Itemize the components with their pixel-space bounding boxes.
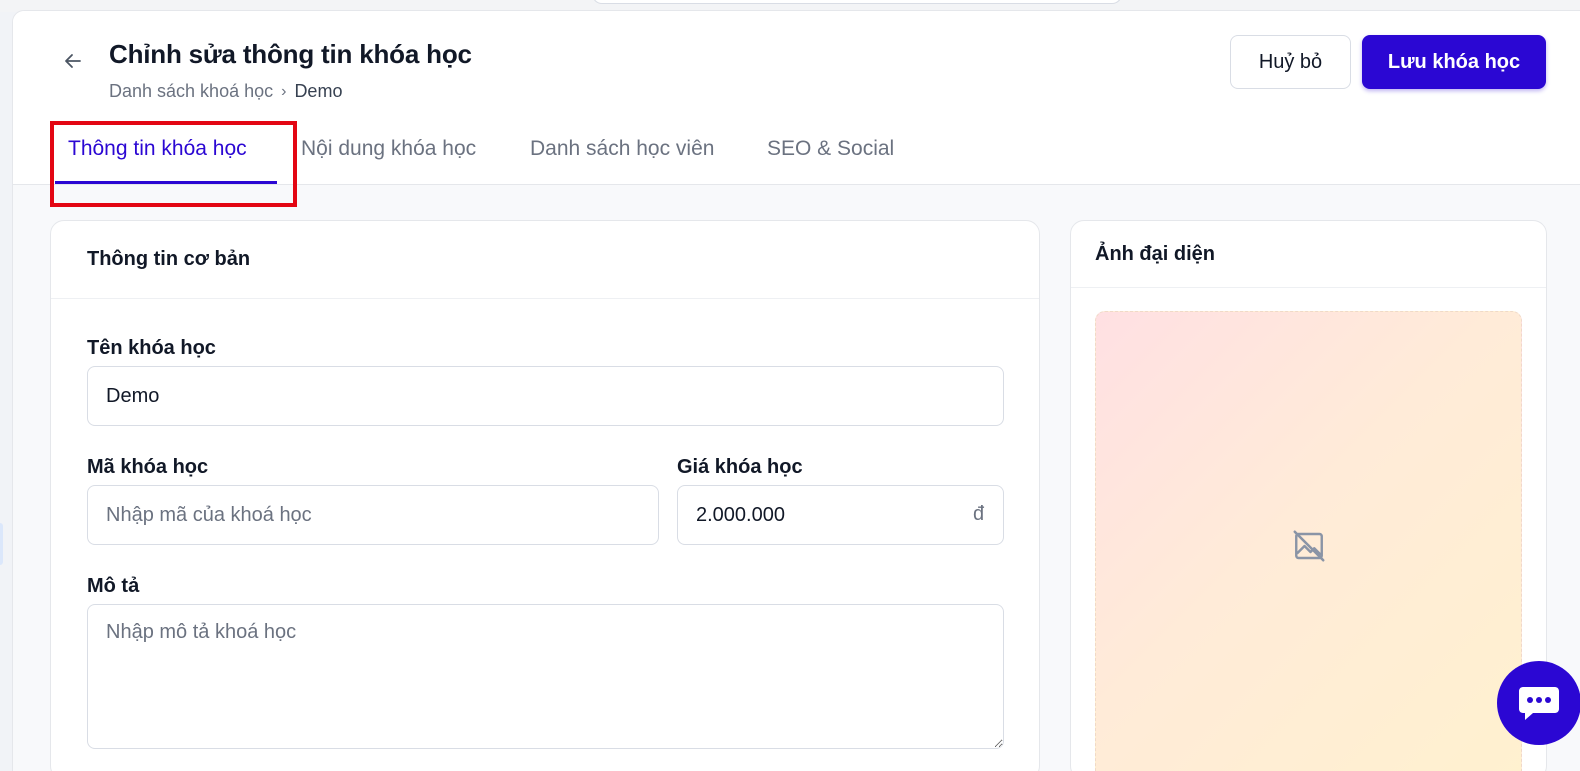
chat-support-button[interactable] [1497,661,1580,745]
tab-course-content[interactable]: Nội dung khóa học [301,137,476,161]
description-label: Mô tả [87,575,140,597]
chat-bubble-icon [1519,687,1559,720]
course-code-input[interactable] [87,485,659,545]
course-name-input[interactable] [87,366,1004,426]
image-upload-area[interactable] [1095,311,1522,771]
tab-seo-social[interactable]: SEO & Social [767,137,894,161]
tab-student-list[interactable]: Danh sách học viên [530,137,714,161]
course-edit-page: Chỉnh sửa thông tin khóa học Danh sách k… [12,10,1580,771]
active-tab-indicator [55,181,277,184]
currency-suffix: đ [973,503,985,525]
back-button[interactable] [59,47,87,75]
image-off-icon [1292,530,1325,562]
avatar-image-title: Ảnh đại diện [1071,221,1546,288]
top-search-bar-edge[interactable] [592,0,1122,4]
basic-info-title: Thông tin cơ bản [51,221,1039,299]
avatar-image-card: Ảnh đại diện [1070,220,1547,771]
page-header: Chỉnh sửa thông tin khóa học Danh sách k… [13,11,1580,185]
tab-course-info[interactable]: Thông tin khóa học [68,137,247,161]
course-price-input[interactable] [677,485,1004,545]
page-title: Chỉnh sửa thông tin khóa học [109,39,472,69]
breadcrumb-current: Demo [294,81,343,101]
course-name-label: Tên khóa học [87,337,216,359]
breadcrumb: Danh sách khoá học › Demo [109,81,342,102]
tab-bar: Thông tin khóa học Nội dung khóa học Dan… [13,121,1013,185]
cancel-button[interactable]: Huỷ bỏ [1230,35,1351,89]
breadcrumb-course-list[interactable]: Danh sách khoá học [109,81,273,102]
course-price-label: Giá khóa học [677,456,803,478]
course-code-label: Mã khóa học [87,456,209,478]
save-course-button[interactable]: Lưu khóa học [1362,35,1546,89]
basic-info-card: Thông tin cơ bản Tên khóa học Mã khóa họ… [50,220,1040,771]
breadcrumb-separator: › [281,82,287,100]
arrow-left-icon [65,54,81,68]
side-tab-edge[interactable] [0,523,3,565]
description-textarea[interactable] [87,604,1004,749]
